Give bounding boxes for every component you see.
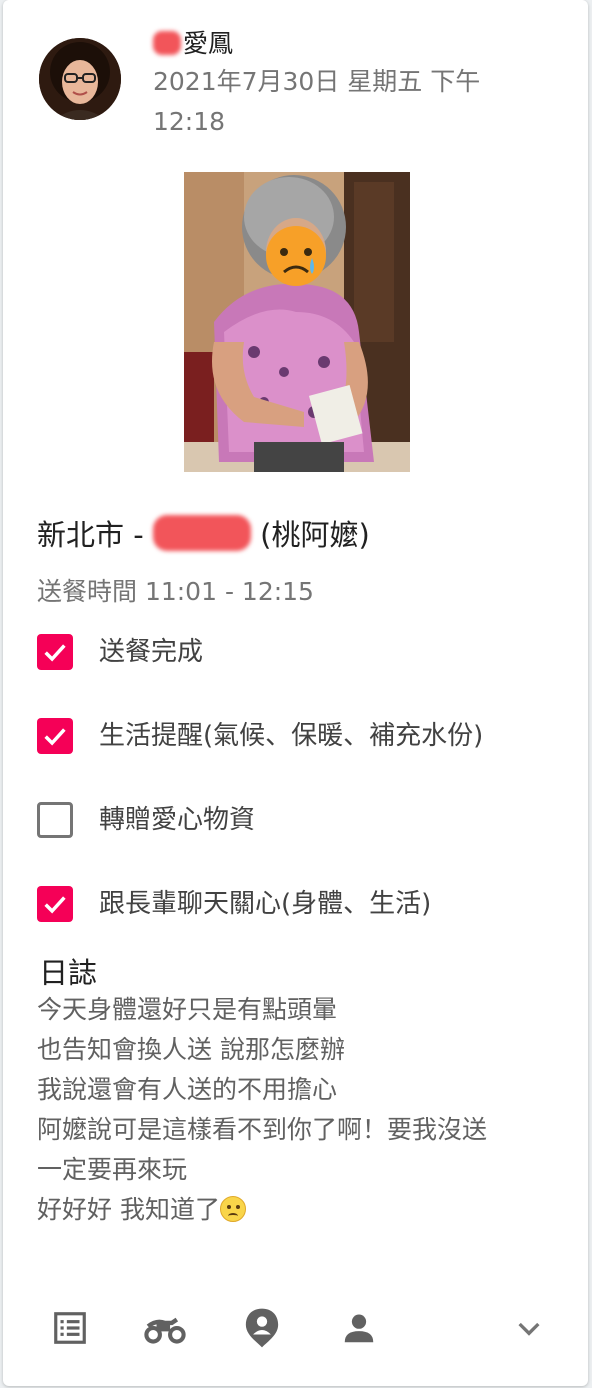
task-checkbox-checked[interactable]: [37, 718, 73, 754]
redacted-name: [153, 31, 181, 55]
log-line: 阿嬤說可是這樣看不到你了啊！要我沒送: [37, 1115, 488, 1144]
task-checkbox-checked[interactable]: [37, 886, 73, 922]
delivery-photo[interactable]: [184, 172, 410, 472]
task-item[interactable]: 生活提醒(氣候、保暖、補充水份): [37, 718, 557, 758]
check-icon: [44, 728, 66, 746]
task-label: 生活提醒(氣候、保暖、補充水份): [99, 721, 484, 751]
chevron-down-icon[interactable]: [503, 1302, 555, 1354]
log-line-last: 好好好 我知道了: [37, 1190, 567, 1230]
log-line-text: 好好好 我知道了: [37, 1195, 220, 1224]
task-item[interactable]: 送餐完成: [37, 634, 557, 674]
task-checkbox-unchecked[interactable]: [37, 802, 73, 838]
log-line: 也告知會換人送 說那怎麼辦: [37, 1035, 345, 1064]
log-body: 今天身體還好只是有點頭暈 也告知會換人送 說那怎麼辦 我說還會有人送的不用擔心 …: [37, 990, 567, 1230]
task-item[interactable]: 跟長輩聊天關心(身體、生活): [37, 886, 557, 926]
task-label: 轉贈愛心物資: [99, 805, 256, 835]
author-name-text: 愛鳳: [183, 29, 234, 58]
location-person-icon[interactable]: [236, 1302, 288, 1354]
log-title: 日誌: [39, 956, 98, 990]
list-icon[interactable]: [44, 1302, 96, 1354]
delivery-time: 送餐時間 11:01 - 12:15: [37, 577, 314, 606]
delivery-location: 新北市 - (桃阿嬤): [37, 512, 370, 554]
person-icon[interactable]: [333, 1302, 385, 1354]
location-prefix: 新北市 -: [37, 518, 144, 552]
log-line: 一定要再來玩: [37, 1155, 188, 1184]
check-icon: [44, 896, 66, 914]
bottom-toolbar: [3, 1296, 588, 1356]
task-item[interactable]: 轉贈愛心物資: [37, 802, 557, 842]
author-name: 愛鳳: [153, 24, 233, 60]
avatar[interactable]: [39, 38, 121, 120]
post-timestamp: 2021年7月30日 星期五 下午 12:18: [153, 67, 481, 136]
log-line: 今天身體還好只是有點頭暈: [37, 995, 338, 1024]
log-line: 我說還會有人送的不用擔心: [37, 1075, 338, 1104]
crying-face-emoji-icon: [219, 1196, 246, 1222]
scooter-icon[interactable]: [139, 1302, 191, 1354]
redacted-location: [152, 515, 251, 551]
check-icon: [44, 644, 66, 662]
task-label: 跟長輩聊天關心(身體、生活): [99, 889, 432, 919]
task-label: 送餐完成: [99, 637, 204, 667]
post-card: 愛鳳 2021年7月30日 星期五 下午 12:18 新北市 - (桃阿嬤) 送…: [3, 0, 588, 1386]
location-suffix: (桃阿嬤): [260, 518, 370, 552]
task-checkbox-checked[interactable]: [37, 634, 73, 670]
